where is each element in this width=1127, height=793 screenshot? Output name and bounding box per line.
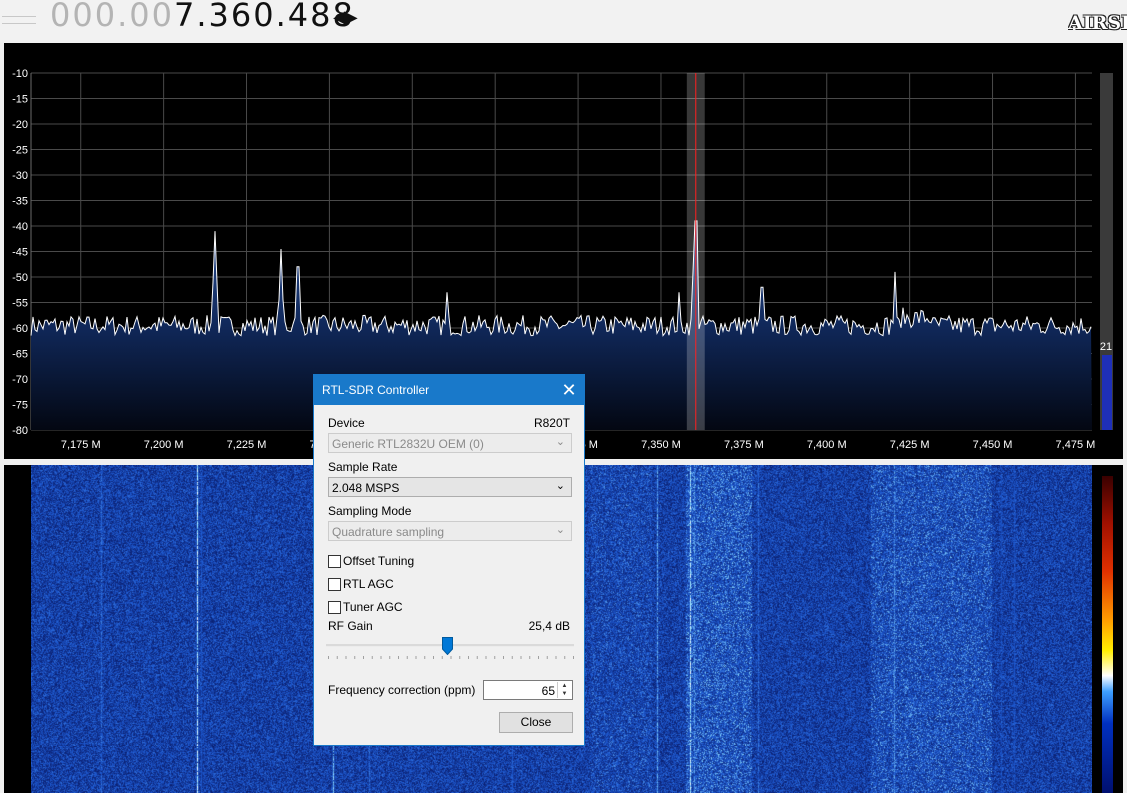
- x-tick-label: 7,400 M: [807, 439, 847, 451]
- rf-gain-label: RF Gain: [328, 619, 373, 633]
- dialog-titlebar[interactable]: RTL-SDR Controller ✕: [314, 375, 584, 405]
- airspy-logo: AIRSPY: [1068, 12, 1127, 34]
- close-icon[interactable]: ✕: [558, 379, 580, 401]
- toolbar-grip[interactable]: [2, 10, 36, 30]
- waterfall-color-scale: [1102, 476, 1113, 793]
- tuner-agc-label[interactable]: Tuner AGC: [343, 600, 403, 614]
- sampling-mode-value: Quadrature sampling: [332, 525, 445, 539]
- frequency-correction-label: Frequency correction (ppm): [328, 683, 476, 697]
- x-tick-label: 7,450 M: [973, 439, 1013, 451]
- tuner-type: R820T: [533, 416, 570, 430]
- toolbar: 000.007.360.488 ◀▶ AIRSPY: [0, 0, 1127, 40]
- y-tick-label: -60: [12, 323, 28, 335]
- x-tick-label: 7,200 M: [144, 439, 184, 451]
- chevron-down-icon: ⌄: [555, 436, 565, 448]
- device-label: Device: [328, 416, 365, 430]
- device-select-value: Generic RTL2832U OEM (0): [332, 437, 484, 451]
- frequency-correction-spinner[interactable]: ▲ ▼: [557, 682, 571, 698]
- y-tick-label: -70: [12, 374, 28, 386]
- spin-down-icon[interactable]: ▼: [558, 690, 571, 698]
- rtl-sdr-controller-dialog: RTL-SDR Controller ✕ Device R820T Generi…: [313, 374, 585, 746]
- x-tick-label: 7,425 M: [890, 439, 930, 451]
- sample-rate-select[interactable]: 2.048 MSPS ⌄: [328, 477, 572, 497]
- x-tick-label: 7,225 M: [227, 439, 267, 451]
- y-tick-label: -50: [12, 272, 28, 284]
- rtl-agc-label[interactable]: RTL AGC: [343, 577, 394, 591]
- chevron-down-icon: ⌄: [555, 524, 565, 536]
- tuner-agc-checkbox[interactable]: [328, 601, 341, 614]
- y-tick-label: -45: [12, 247, 28, 259]
- x-tick-label: 7,375 M: [724, 439, 764, 451]
- device-select[interactable]: Generic RTL2832U OEM (0) ⌄: [328, 433, 572, 453]
- rf-gain-slider-ticks: [328, 656, 574, 659]
- frequency-step-arrows-icon[interactable]: ◀▶: [333, 7, 358, 28]
- chevron-down-icon: ⌄: [555, 480, 565, 492]
- level-meter-value: 21: [1100, 341, 1112, 353]
- dialog-title: RTL-SDR Controller: [322, 383, 430, 397]
- x-tick-label: 7,175 M: [61, 439, 101, 451]
- level-meter-bar: [1102, 355, 1112, 430]
- frequency-correction-value[interactable]: 65: [542, 684, 555, 698]
- x-tick-label: 7,475 M: [1056, 439, 1096, 451]
- y-tick-label: -75: [12, 400, 28, 412]
- spin-up-icon[interactable]: ▲: [558, 682, 571, 690]
- frequency-display[interactable]: 000.007.360.488: [50, 0, 355, 34]
- sample-rate-value: 2.048 MSPS: [332, 481, 400, 495]
- offset-tuning-checkbox[interactable]: [328, 555, 341, 568]
- y-tick-label: -55: [12, 298, 28, 310]
- frequency-leading-digits[interactable]: 000.00: [50, 0, 174, 34]
- spectrum-trace: [30, 220, 1092, 337]
- y-tick-label: -10: [12, 68, 28, 80]
- sample-rate-label: Sample Rate: [328, 460, 398, 474]
- offset-tuning-label[interactable]: Offset Tuning: [343, 554, 414, 568]
- y-tick-label: -20: [12, 119, 28, 131]
- y-tick-label: -25: [12, 145, 28, 157]
- close-button[interactable]: Close: [499, 712, 573, 733]
- y-tick-label: -30: [12, 170, 28, 182]
- y-tick-label: -35: [12, 196, 28, 208]
- rtl-agc-checkbox[interactable]: [328, 578, 341, 591]
- frequency-digits[interactable]: 7.360.488: [174, 0, 355, 34]
- frequency-correction-input[interactable]: 65 ▲ ▼: [483, 680, 573, 700]
- y-tick-label: -15: [12, 94, 28, 106]
- y-tick-label: -80: [12, 425, 28, 437]
- sampling-mode-select[interactable]: Quadrature sampling ⌄: [328, 521, 572, 541]
- x-tick-label: 7,350 M: [641, 439, 681, 451]
- rf-gain-slider-thumb[interactable]: [442, 637, 454, 655]
- rf-gain-value: 25,4 dB: [528, 619, 570, 633]
- y-tick-label: -65: [12, 349, 28, 361]
- sampling-mode-label: Sampling Mode: [328, 504, 412, 518]
- y-tick-label: -40: [12, 221, 28, 233]
